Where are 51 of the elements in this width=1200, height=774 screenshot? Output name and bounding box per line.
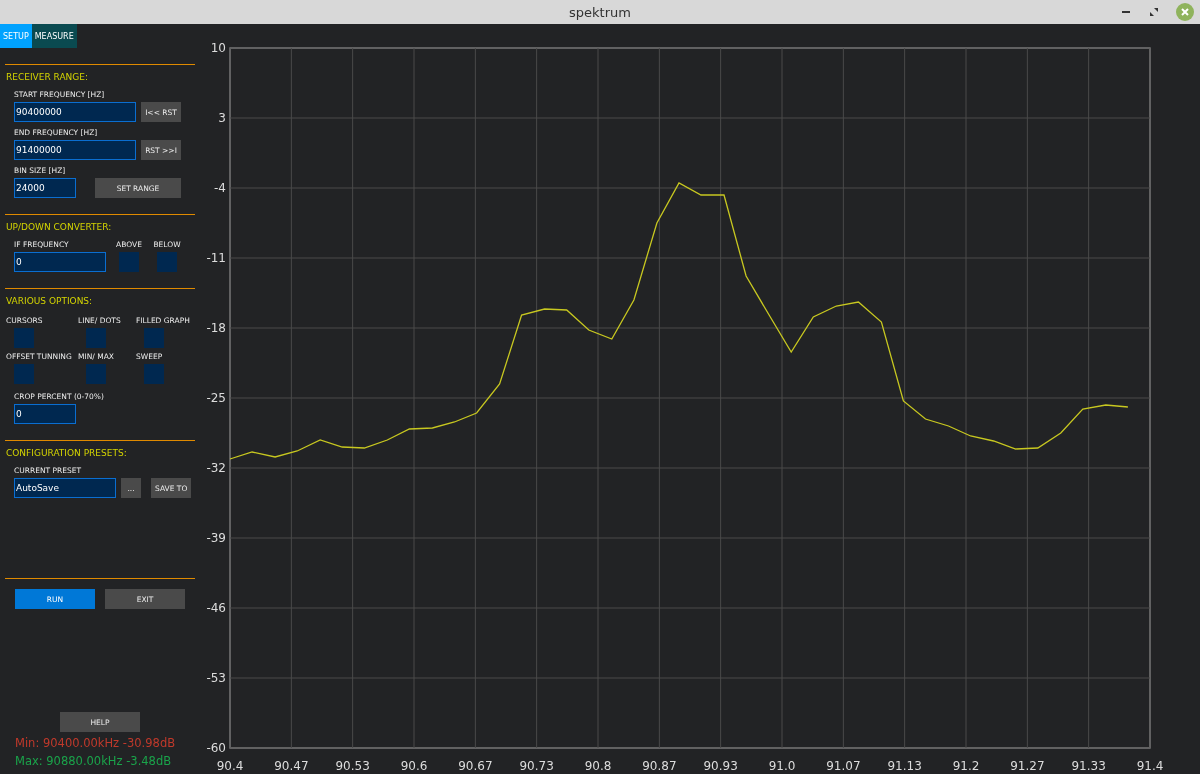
x-tick-label: 91.27	[1010, 759, 1045, 773]
readout-text: Max: 90880.00kHz -3.48dB	[15, 754, 173, 768]
checkbox[interactable]	[144, 328, 164, 348]
input-field[interactable]: 0	[14, 252, 106, 272]
x-tick-label: 90.6	[400, 759, 428, 773]
y-tick-label: -11	[206, 251, 226, 265]
input-field[interactable]: 24000	[14, 178, 76, 198]
x-tick-label: 90.93	[703, 759, 738, 773]
x-tick-label: 91.07	[826, 759, 861, 773]
y-tick-label: -25	[206, 391, 226, 405]
section-heading: UP/DOWN CONVERTER:	[6, 222, 113, 232]
y-tick-label: -39	[206, 531, 226, 545]
x-tick-label: 90.87	[642, 759, 677, 773]
x-tick-label: 91.13	[887, 759, 922, 773]
section-heading: CONFIGURATION PRESETS:	[6, 448, 128, 458]
input-field[interactable]: 91400000	[14, 140, 136, 160]
x-tick-label: 90.53	[335, 759, 370, 773]
checkbox[interactable]	[144, 364, 164, 384]
x-tick-label: 91.0	[768, 759, 796, 773]
x-tick-label: 91.4	[1136, 759, 1164, 773]
close-icon[interactable]	[1176, 3, 1194, 21]
tab[interactable]: MEASURE	[31, 24, 77, 48]
checkbox[interactable]	[86, 364, 106, 384]
x-tick-label: 90.73	[519, 759, 554, 773]
y-tick-label: -18	[206, 321, 226, 335]
readout-text: Min: 90400.00kHz -30.98dB	[15, 736, 177, 750]
checkbox[interactable]	[14, 328, 34, 348]
y-tick-label: -53	[206, 671, 226, 685]
x-tick-label: 90.4	[216, 759, 244, 773]
y-tick-label: -4	[214, 181, 226, 195]
y-tick-label: -46	[206, 601, 226, 615]
x-tick-label: 90.8	[584, 759, 612, 773]
x-tick-label: 90.47	[274, 759, 309, 773]
input-field[interactable]: 0	[14, 404, 76, 424]
x-tick-label: 91.2	[952, 759, 980, 773]
checkbox[interactable]	[119, 252, 139, 272]
section-heading: RECEIVER RANGE:	[6, 72, 89, 82]
checkbox[interactable]	[86, 328, 106, 348]
input-field[interactable]: AutoSave	[14, 478, 116, 498]
y-tick-label: -32	[206, 461, 226, 475]
checkbox[interactable]	[157, 252, 177, 272]
x-tick-label: 91.33	[1071, 759, 1106, 773]
y-tick-label: 3	[218, 111, 226, 125]
restore-icon[interactable]	[1148, 6, 1160, 18]
x-tick-label: 90.67	[458, 759, 493, 773]
y-tick-label: 10	[210, 41, 226, 55]
section-heading: VARIOUS OPTIONS:	[6, 296, 94, 306]
checkbox[interactable]	[14, 364, 34, 384]
y-tick-label: -60	[206, 741, 226, 755]
window-title: spektrum	[569, 4, 631, 20]
input-field[interactable]: 90400000	[14, 102, 136, 122]
